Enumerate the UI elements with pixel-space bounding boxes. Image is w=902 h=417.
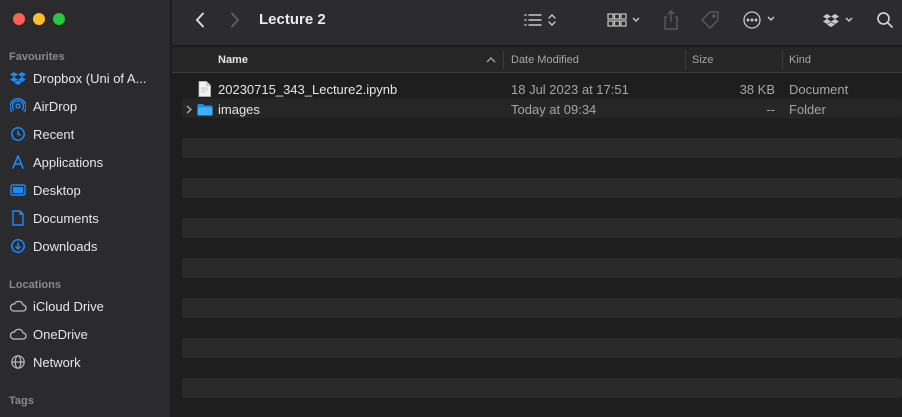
file-size: -- [766, 101, 775, 117]
file-date-modified: Today at 09:34 [511, 101, 597, 117]
sidebar-item-documents[interactable]: Documents [9, 207, 164, 229]
sort-indicator[interactable] [486, 47, 496, 73]
window-title: Lecture 2 [259, 11, 326, 28]
file-kind: Document [789, 81, 849, 97]
locations-section-title: Locations [9, 279, 61, 291]
sidebar-item-downloads[interactable]: Downloads [9, 235, 164, 257]
sidebar-item-onedrive[interactable]: OneDrive [9, 323, 164, 345]
search-icon [876, 11, 894, 34]
sidebar-item-label: AirDrop [33, 98, 78, 114]
sidebar-item-label: Recent [33, 126, 75, 142]
window-controls [13, 13, 65, 25]
group-button[interactable] [604, 12, 644, 32]
share-icon [663, 9, 679, 35]
file-date-modified: 18 Jul 2023 at 17:51 [511, 81, 629, 97]
sidebar-item-network[interactable]: Network [9, 351, 164, 373]
share-button[interactable] [660, 9, 682, 35]
chevron-right-icon [186, 102, 192, 117]
chevron-left-icon [195, 12, 205, 33]
desktop-icon [9, 181, 27, 199]
search-button[interactable] [874, 11, 896, 33]
tag-icon [700, 10, 720, 35]
column-header: Name Date Modified Size Kind [172, 47, 902, 73]
chevron-up-icon [486, 54, 496, 66]
file-name: images [218, 101, 260, 117]
cloud-icon [9, 297, 27, 315]
sidebar: Favourites Dropbox (Uni of A... AirDrop … [0, 0, 171, 417]
applications-icon [9, 153, 27, 171]
toolbar: Lecture 2 [172, 0, 902, 46]
zoom-window-button[interactable] [53, 13, 65, 25]
grid-icon [606, 12, 642, 33]
tags-section-title: Tags [9, 395, 34, 407]
cloud-icon [9, 325, 27, 343]
dropbox-toolbar-button[interactable] [820, 11, 860, 33]
file-icon [198, 79, 211, 99]
minimize-window-button[interactable] [33, 13, 45, 25]
folder-icon [197, 99, 213, 119]
sidebar-item-label: Desktop [33, 182, 81, 198]
globe-icon [9, 353, 27, 371]
row-stripe [182, 178, 902, 198]
file-list: 20230715_343_Lecture2.ipynb 18 Jul 2023 … [172, 74, 902, 417]
list-view-icon [523, 12, 559, 33]
sidebar-item-label: Documents [33, 210, 99, 226]
close-window-button[interactable] [13, 13, 25, 25]
chevron-right-icon [230, 12, 240, 33]
tags-button[interactable] [698, 10, 722, 34]
clock-icon [9, 125, 27, 143]
sidebar-item-label: OneDrive [33, 326, 88, 342]
sidebar-item-label: Downloads [33, 238, 98, 254]
dropbox-icon [822, 12, 858, 33]
table-row[interactable]: 20230715_343_Lecture2.ipynb 18 Jul 2023 … [172, 79, 902, 99]
column-header-size[interactable]: Size [692, 47, 713, 73]
sidebar-item-label: Applications [33, 154, 104, 170]
column-divider[interactable] [685, 51, 686, 69]
download-icon [9, 237, 27, 255]
column-divider[interactable] [503, 51, 504, 69]
forward-button[interactable] [225, 12, 245, 32]
ellipsis-circle-icon [741, 10, 779, 35]
row-stripe [182, 138, 902, 158]
dropbox-icon [9, 69, 27, 87]
back-button[interactable] [190, 12, 210, 32]
sidebar-item-airdrop[interactable]: AirDrop [9, 95, 164, 117]
view-options-button[interactable] [521, 12, 561, 32]
column-header-date-modified[interactable]: Date Modified [511, 47, 579, 73]
file-name: 20230715_343_Lecture2.ipynb [218, 81, 398, 97]
column-header-name[interactable]: Name [218, 47, 248, 73]
sidebar-item-label: iCloud Drive [33, 298, 104, 314]
sidebar-item-label: Network [33, 354, 81, 370]
column-header-kind[interactable]: Kind [789, 47, 811, 73]
sidebar-item-label: Dropbox (Uni of A... [33, 70, 147, 86]
row-stripe [182, 258, 902, 278]
sidebar-item-dropbox[interactable]: Dropbox (Uni of A... [9, 67, 164, 89]
disclosure-triangle[interactable] [186, 99, 192, 119]
sidebar-item-icloud-drive[interactable]: iCloud Drive [9, 295, 164, 317]
table-row[interactable]: images Today at 09:34 -- Folder [172, 99, 902, 119]
sidebar-item-recent[interactable]: Recent [9, 123, 164, 145]
action-button[interactable] [740, 10, 780, 35]
row-stripe [182, 298, 902, 318]
file-size: 38 KB [739, 81, 775, 97]
row-stripe [182, 338, 902, 358]
row-stripe [182, 218, 902, 238]
favourites-section-title: Favourites [9, 51, 65, 63]
airdrop-icon [9, 97, 27, 115]
file-kind: Folder [789, 101, 826, 117]
sidebar-item-desktop[interactable]: Desktop [9, 179, 164, 201]
column-divider[interactable] [782, 51, 783, 69]
sidebar-item-applications[interactable]: Applications [9, 151, 164, 173]
document-icon [9, 209, 27, 227]
row-stripe [182, 378, 902, 398]
